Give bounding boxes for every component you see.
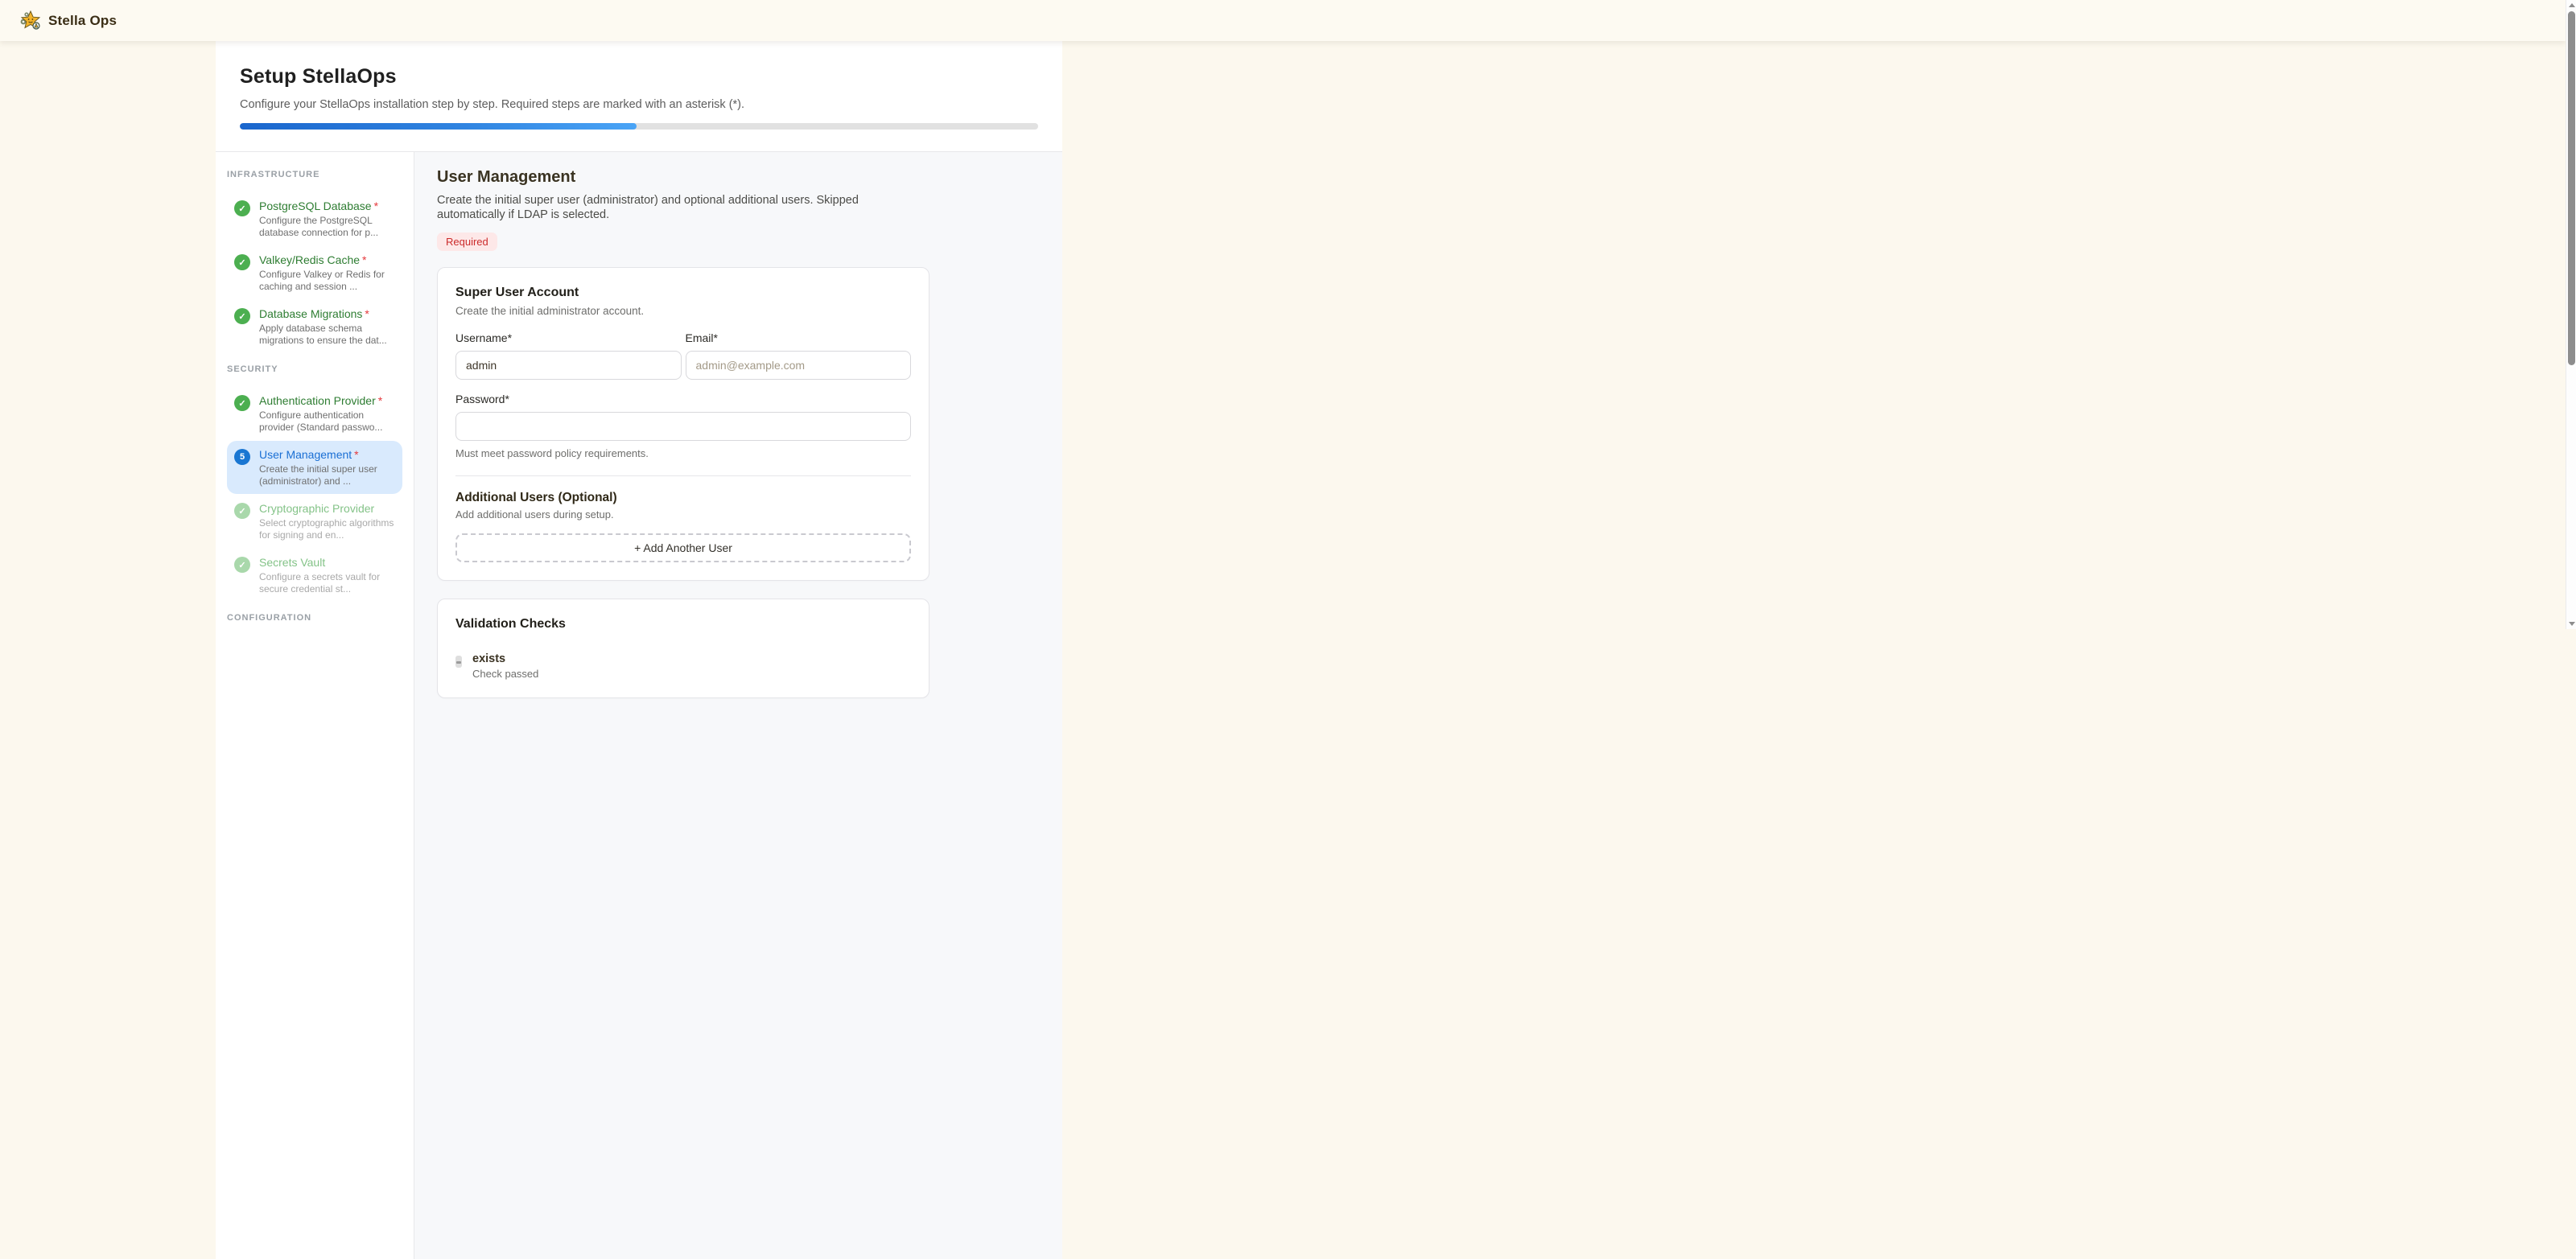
check-status-icon [455,656,462,668]
step-description: Configure authentication provider (Stand… [259,409,396,434]
section-divider [455,475,911,476]
step-title: Valkey/Redis Cache [259,253,360,266]
sidebar-item-valkey-redis-cache[interactable]: Valkey/Redis Cache* Configure Valkey or … [227,246,402,299]
required-asterisk: * [354,448,358,461]
username-label: Username* [455,331,682,344]
check-name: exists [472,652,538,665]
password-input[interactable] [455,412,911,441]
sidebar-item-secrets-vault[interactable]: Secrets Vault Configure a secrets vault … [227,549,402,602]
step-title: User Management [259,448,352,461]
check-status-text: Check passed [472,668,538,680]
step-description: Select cryptographic algorithms for sign… [259,517,396,541]
step-title: PostgreSQL Database [259,200,372,212]
password-hint: Must meet password policy requirements. [455,447,911,459]
step-heading: User Management [437,168,1062,187]
steps-sidebar: INFRASTRUCTURE PostgreSQL Database* Conf… [216,152,414,1259]
step-description: Configure a secrets vault for secure cre… [259,571,396,595]
step-title: Cryptographic Provider [259,501,396,516]
section-label-security: SECURITY [227,364,402,374]
validation-check-row: exists Check passed [455,652,911,680]
validation-checks-card: Validation Checks exists Check passed [437,599,929,698]
brand-name: Stella Ops [48,13,117,29]
password-label: Password* [455,393,911,405]
required-asterisk: * [365,307,369,320]
check-circle-icon [234,557,250,573]
card-title: Super User Account [455,286,911,300]
step-description: Apply database schema migrations to ensu… [259,323,396,347]
email-label: Email* [686,331,912,344]
sidebar-item-authentication-provider[interactable]: Authentication Provider* Configure authe… [227,387,402,440]
setup-header: Setup StellaOps Configure your StellaOps… [216,41,1062,152]
app-header: Stella Ops [0,0,2566,41]
setup-progress-bar [240,123,1038,130]
required-asterisk: * [378,394,382,407]
additional-users-title: Additional Users (Optional) [455,491,911,505]
additional-users-subtitle: Add additional users during setup. [455,508,911,520]
step-number-badge: 5 [234,449,250,465]
step-title: Authentication Provider [259,394,376,407]
step-description: Configure Valkey or Redis for caching an… [259,269,396,293]
step-title: Secrets Vault [259,555,396,570]
section-label-configuration: CONFIGURATION [227,613,402,623]
card-title: Validation Checks [455,617,911,632]
required-asterisk: * [374,200,378,212]
required-asterisk: * [362,253,366,266]
page-title: Setup StellaOps [240,65,1038,88]
card-subtitle: Create the initial administrator account… [455,305,911,317]
sidebar-item-user-management[interactable]: 5 User Management* Create the initial su… [227,441,402,494]
setup-progress-fill [240,123,637,130]
step-description: Configure the PostgreSQL database connec… [259,215,396,239]
check-circle-icon [234,200,250,216]
sidebar-item-database-migrations[interactable]: Database Migrations* Apply database sche… [227,300,402,353]
check-circle-icon [234,254,250,270]
page-subtitle: Configure your StellaOps installation st… [240,98,1038,111]
setup-panel: Setup StellaOps Configure your StellaOps… [216,41,1062,1259]
required-badge: Required [437,232,497,251]
sidebar-item-cryptographic-provider[interactable]: Cryptographic Provider Select cryptograp… [227,495,402,548]
username-input[interactable] [455,351,682,380]
step-description: Create the initial super user (administr… [259,463,396,488]
check-circle-icon [234,308,250,324]
scrollbar-up-arrow-icon[interactable] [2569,3,2575,7]
add-another-user-button[interactable]: + Add Another User [455,533,911,562]
scrollbar-down-arrow-icon[interactable] [2569,622,2575,626]
stella-logo-icon [19,10,41,31]
sidebar-item-postgresql-database[interactable]: PostgreSQL Database* Configure the Postg… [227,192,402,245]
vertical-scrollbar[interactable] [2566,0,2576,629]
email-input[interactable] [686,351,912,380]
step-title: Database Migrations [259,307,362,320]
super-user-card: Super User Account Create the initial ad… [437,267,929,581]
check-circle-icon [234,503,250,519]
section-label-infrastructure: INFRASTRUCTURE [227,170,402,179]
check-circle-icon [234,395,250,411]
scrollbar-thumb[interactable] [2568,11,2575,365]
step-content: User Management Create the initial super… [414,152,1062,1259]
step-description-text: Create the initial super user (administr… [437,194,1062,222]
